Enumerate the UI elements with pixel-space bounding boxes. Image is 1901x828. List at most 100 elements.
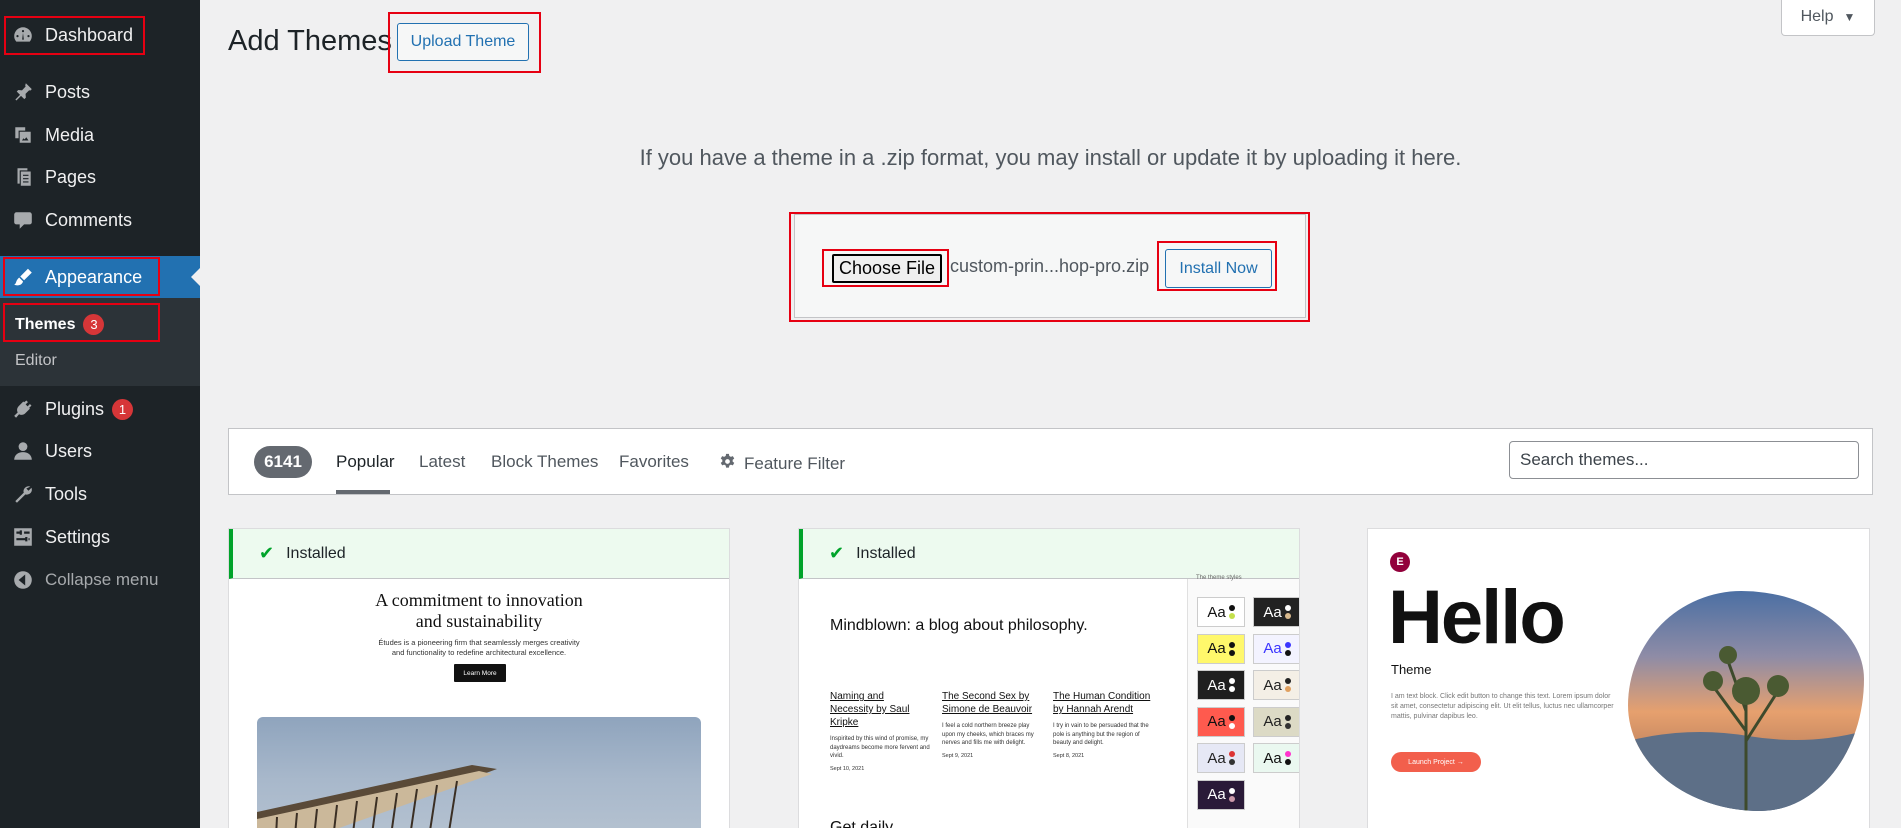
help-tab[interactable]: Help ▼ [1781, 0, 1875, 36]
theme-card[interactable]: E Hello Theme I am text block. Click edi… [1367, 528, 1870, 828]
preview-theme-subheading: Theme [1391, 662, 1432, 677]
admin-sidebar: Dashboard Posts Media Pages Comments App… [0, 0, 200, 828]
paintbrush-icon [0, 266, 45, 288]
swatch-sample-text: Aa [1207, 676, 1226, 694]
dashboard-icon [0, 24, 45, 46]
submenu-editor-label: Editor [15, 352, 57, 369]
preview-thistle-image [1628, 591, 1864, 811]
color-dot [1284, 722, 1291, 729]
style-swatch: Aa [1197, 597, 1245, 627]
swatch-color-dots [1284, 714, 1291, 729]
tab-favorites[interactable]: Favorites [619, 452, 689, 472]
styles-label: The theme styles [1196, 575, 1242, 581]
preview-post: Naming and Necessity by Saul Kripke Insp… [830, 690, 930, 772]
post-excerpt: I feel a cold northern breeze play upon … [942, 723, 1034, 746]
swatch-color-dots [1228, 751, 1235, 765]
tab-block-themes[interactable]: Block Themes [491, 452, 598, 472]
tab-latest[interactable]: Latest [419, 452, 465, 472]
swatch-color-dots [1228, 714, 1235, 729]
swatch-color-dots [1228, 678, 1235, 692]
preview-text: I am text block. Click edit button to ch… [1391, 693, 1614, 720]
search-themes-input[interactable] [1509, 441, 1859, 479]
submenu-editor[interactable]: Editor [15, 352, 57, 370]
menu-pages[interactable]: Pages [0, 157, 200, 197]
color-dot [1284, 678, 1291, 684]
color-dot [1228, 759, 1235, 765]
post-title: Naming and Necessity by Saul Kripke [830, 691, 910, 728]
menu-posts[interactable]: Posts [0, 72, 200, 112]
menu-users-label: Users [45, 440, 93, 461]
preview-heading: A commitment to innovation [375, 590, 583, 610]
color-dot [1228, 649, 1235, 656]
menu-media[interactable]: Media [0, 115, 200, 155]
installed-label: Installed [856, 544, 916, 562]
installed-label: Installed [286, 544, 346, 562]
post-excerpt: I try in vain to be persuaded that the p… [1053, 723, 1149, 746]
preview-heading: and sustainability [415, 611, 543, 631]
preview-architecture-image [257, 717, 701, 828]
themes-update-badge: 3 [83, 314, 105, 335]
swatch-color-dots [1228, 605, 1235, 619]
style-swatch: Aa [1253, 743, 1299, 773]
swatch-sample-text: Aa [1207, 786, 1226, 803]
feature-filter-button[interactable]: Feature Filter [718, 452, 845, 476]
checkmark-icon: ✔ [829, 543, 845, 563]
style-swatch: Aa [1253, 633, 1299, 664]
swatch-sample-text: Aa [1263, 749, 1282, 767]
color-dot [1284, 613, 1291, 619]
menu-dashboard[interactable]: Dashboard [0, 15, 200, 55]
swatch-sample-text: Aa [1263, 640, 1282, 657]
gear-icon [718, 452, 737, 476]
menu-users[interactable]: Users [0, 431, 200, 471]
settings-sliders-icon [0, 526, 45, 548]
menu-plugins[interactable]: Plugins 1 [0, 389, 200, 429]
preview-hello-heading: Hello [1388, 575, 1566, 660]
tab-popular[interactable]: Popular [336, 452, 395, 472]
feature-filter-label: Feature Filter [744, 454, 846, 473]
preview-text: and functionality to redefine architectu… [391, 648, 567, 657]
install-now-button[interactable]: Install Now [1165, 249, 1272, 288]
swatch-sample-text: Aa [1263, 713, 1282, 730]
style-swatch: Aa [1197, 743, 1245, 773]
swatch-color-dots [1228, 787, 1235, 802]
swatch-sample-text: Aa [1207, 713, 1226, 730]
color-dot [1228, 686, 1235, 692]
appearance-submenu: Themes 3 Editor [0, 298, 200, 386]
theme-card[interactable]: ✔ Installed A commitment to innovation a… [228, 528, 730, 828]
menu-posts-label: Posts [45, 81, 91, 102]
active-tab-indicator [336, 490, 390, 494]
color-dot [1284, 751, 1291, 757]
active-menu-arrow [191, 268, 200, 286]
choose-file-button[interactable]: Choose File [832, 254, 942, 283]
user-icon [0, 440, 45, 462]
caret-down-icon: ▼ [1843, 9, 1856, 24]
plugin-icon [0, 398, 45, 420]
submenu-themes[interactable]: Themes 3 [15, 314, 105, 335]
style-swatch: Aa [1253, 597, 1299, 627]
preview-learn-more-button: Learn More [454, 664, 506, 682]
menu-settings-label: Settings [45, 526, 111, 547]
menu-appearance[interactable]: Appearance [0, 256, 200, 298]
color-dot [1284, 649, 1291, 656]
collapse-menu-button[interactable]: Collapse menu [0, 560, 200, 600]
color-dot [1228, 795, 1235, 802]
swatch-sample-text: Aa [1263, 603, 1282, 621]
menu-settings[interactable]: Settings [0, 517, 200, 557]
post-date: Sept 8, 2021 [1053, 752, 1085, 759]
post-excerpt: Inspirited by this wind of promise, my d… [830, 736, 930, 759]
menu-dashboard-label: Dashboard [45, 24, 134, 45]
elementor-logo-icon: E [1390, 552, 1410, 572]
style-swatch: Aa [1197, 633, 1245, 664]
theme-count-badge: 6141 [254, 446, 312, 478]
menu-pages-label: Pages [45, 166, 97, 187]
menu-comments[interactable]: Comments [0, 200, 200, 240]
theme-card[interactable]: ✔ Installed Mindblown: a blog about phil… [798, 528, 1300, 828]
menu-media-label: Media [45, 124, 95, 145]
upload-theme-button[interactable]: Upload Theme [397, 23, 529, 61]
post-title: The Human Condition by Hannah Arendt [1053, 691, 1151, 715]
submenu-themes-label: Themes [15, 315, 76, 333]
style-swatch: Aa [1197, 779, 1245, 810]
swatch-color-dots [1284, 641, 1291, 656]
menu-tools[interactable]: Tools [0, 474, 200, 514]
preview-blog-title: Mindblown: a blog about philosophy. [830, 617, 1088, 634]
